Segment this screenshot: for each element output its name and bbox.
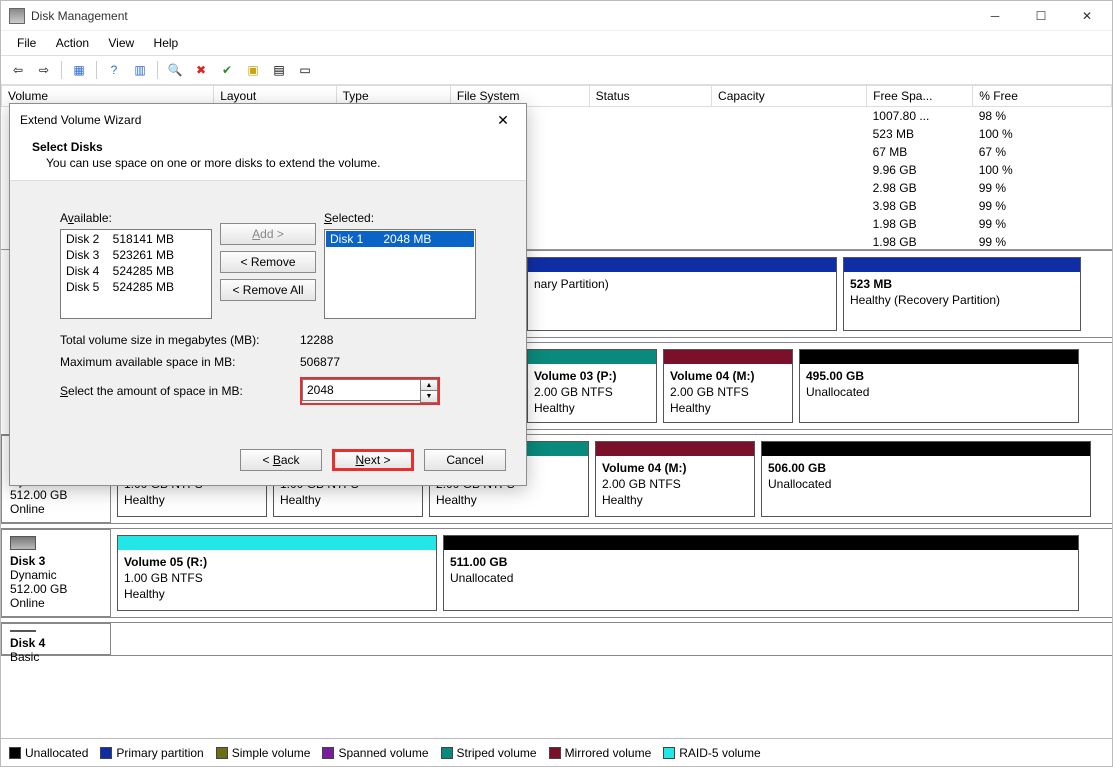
cancel-button[interactable]: Cancel [424,449,506,471]
pctfree-cell: 100 % [973,161,1112,179]
delete-icon[interactable]: ✖ [190,59,212,81]
free-cell: 523 MB [867,125,973,143]
max-space-label: Maximum available space in MB: [60,355,300,369]
pctfree-cell: 99 % [973,197,1112,215]
wizard-title: Extend Volume Wizard [20,113,490,127]
panel-icon[interactable]: ▥ [129,59,151,81]
check-icon[interactable]: ✔ [216,59,238,81]
free-cell: 9.96 GB [867,161,973,179]
menu-help[interactable]: Help [146,33,187,53]
remove-all-button[interactable]: < Remove All [220,279,316,301]
col-free[interactable]: Free Spa... [867,86,973,107]
help-icon[interactable]: ? [103,59,125,81]
pctfree-cell: 100 % [973,125,1112,143]
disk-icon [10,536,36,550]
disk-icon [10,630,36,632]
volume-icon[interactable]: ▣ [242,59,264,81]
free-cell: 67 MB [867,143,973,161]
selected-disks-list[interactable]: Disk 1 2048 MB [324,229,476,319]
free-cell: 1.98 GB [867,215,973,233]
pctfree-cell: 98 % [973,107,1112,126]
disk-label[interactable]: Disk 4Basic [1,623,111,655]
back-icon[interactable]: ⇦ [7,59,29,81]
props-icon[interactable]: ▤ [268,59,290,81]
action1-icon[interactable]: 🔍 [164,59,186,81]
free-cell: 1007.80 ... [867,107,973,126]
forward-icon[interactable]: ⇨ [33,59,55,81]
wizard-close-icon[interactable]: ✕ [490,110,516,130]
legend-item: Primary partition [100,746,203,760]
legend-item: Mirrored volume [549,746,652,760]
list-item[interactable]: Disk 2 518141 MB [62,231,210,247]
titlebar: Disk Management ─ ☐ ✕ [1,1,1112,31]
wizard-description: You can use space on one or more disks t… [32,156,508,170]
partition[interactable]: nary Partition) [527,257,837,331]
list-item[interactable]: Disk 1 2048 MB [326,231,474,247]
menu-file[interactable]: File [9,33,44,53]
pctfree-cell: 99 % [973,233,1112,250]
space-spinner: ▲ ▼ [300,377,440,405]
legend: Unallocated Primary partition Simple volum… [1,738,1112,766]
remove-button[interactable]: < Remove [220,251,316,273]
spin-down-icon[interactable]: ▼ [421,391,437,402]
partition[interactable]: 523 MBHealthy (Recovery Partition) [843,257,1081,331]
col-status[interactable]: Status [589,86,711,107]
wizard-heading: Select Disks [32,140,508,154]
minimize-button[interactable]: ─ [972,1,1018,31]
app-icon [9,8,25,24]
window-title: Disk Management [31,9,972,23]
legend-item: Unallocated [9,746,88,760]
extend-volume-wizard: Extend Volume Wizard ✕ Select Disks You … [9,103,527,486]
partition[interactable]: Volume 04 (M:)2.00 GB NTFSHealthy [595,441,755,517]
list-item[interactable]: Disk 3 523261 MB [62,247,210,263]
col-capacity[interactable]: Capacity [712,86,867,107]
view-icon[interactable]: ▦ [68,59,90,81]
back-button[interactable]: < Back [240,449,322,471]
partition[interactable]: Volume 05 (R:)1.00 GB NTFSHealthy [117,535,437,611]
free-cell: 3.98 GB [867,197,973,215]
space-input[interactable] [302,379,420,401]
select-space-label: Select the amount of space in MB: [60,384,300,398]
maximize-button[interactable]: ☐ [1018,1,1064,31]
pctfree-cell: 99 % [973,179,1112,197]
pctfree-cell: 67 % [973,143,1112,161]
max-space-value: 506877 [300,355,440,369]
available-disks-list[interactable]: Disk 2 518141 MBDisk 3 523261 MBDisk 4 5… [60,229,212,319]
col-pctfree[interactable]: % Free [973,86,1112,107]
menu-view[interactable]: View [100,33,142,53]
pctfree-cell: 99 % [973,215,1112,233]
partition[interactable]: Volume 03 (P:)2.00 GB NTFSHealthy [527,349,657,423]
menu-action[interactable]: Action [48,33,97,53]
total-size-value: 12288 [300,333,440,347]
partition[interactable]: 511.00 GBUnallocated [443,535,1079,611]
total-size-label: Total volume size in megabytes (MB): [60,333,300,347]
legend-item: Spanned volume [322,746,428,760]
legend-item: Striped volume [441,746,537,760]
partition[interactable]: 506.00 GBUnallocated [761,441,1091,517]
toolbar: ⇦ ⇨ ▦ ? ▥ 🔍 ✖ ✔ ▣ ▤ ▭ [1,56,1112,85]
free-cell: 1.98 GB [867,233,973,250]
spin-up-icon[interactable]: ▲ [421,380,437,391]
partition[interactable]: 495.00 GBUnallocated [799,349,1079,423]
next-button[interactable]: Next > [332,449,414,471]
partition[interactable]: Volume 04 (M:)2.00 GB NTFSHealthy [663,349,793,423]
legend-item: Simple volume [216,746,311,760]
free-cell: 2.98 GB [867,179,973,197]
format-icon[interactable]: ▭ [294,59,316,81]
add-button[interactable]: Add > [220,223,316,245]
list-item[interactable]: Disk 4 524285 MB [62,263,210,279]
list-item[interactable]: Disk 5 524285 MB [62,279,210,295]
close-button[interactable]: ✕ [1064,1,1110,31]
legend-item: RAID-5 volume [663,746,760,760]
disk-label[interactable]: Disk 3Dynamic512.00 GBOnline [1,529,111,617]
menubar: File Action View Help [1,31,1112,56]
